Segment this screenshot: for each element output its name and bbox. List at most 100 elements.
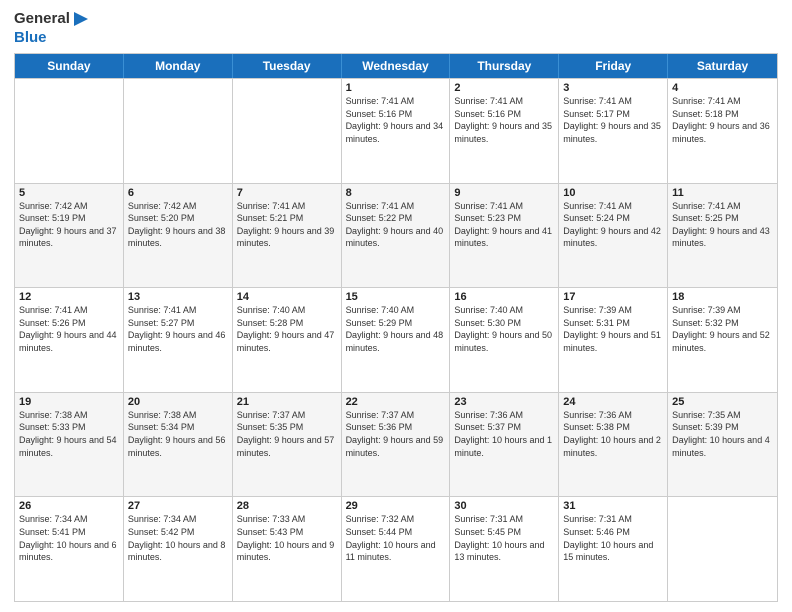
day-number: 17 [563, 291, 663, 303]
day-number: 25 [672, 396, 773, 408]
day-detail: Sunrise: 7:37 AM Sunset: 5:35 PM Dayligh… [237, 409, 337, 459]
day-detail: Sunrise: 7:39 AM Sunset: 5:32 PM Dayligh… [672, 304, 773, 354]
day-number: 15 [346, 291, 446, 303]
day-cell-15: 15Sunrise: 7:40 AM Sunset: 5:29 PM Dayli… [342, 288, 451, 392]
logo-general-text: General [14, 10, 70, 27]
day-number: 23 [454, 396, 554, 408]
day-number: 22 [346, 396, 446, 408]
logo: General Blue [14, 10, 90, 47]
day-detail: Sunrise: 7:37 AM Sunset: 5:36 PM Dayligh… [346, 409, 446, 459]
day-number: 3 [563, 82, 663, 94]
day-detail: Sunrise: 7:40 AM Sunset: 5:30 PM Dayligh… [454, 304, 554, 354]
day-number: 14 [237, 291, 337, 303]
empty-cell [15, 79, 124, 183]
header-day-sunday: Sunday [15, 54, 124, 78]
day-detail: Sunrise: 7:41 AM Sunset: 5:26 PM Dayligh… [19, 304, 119, 354]
calendar: SundayMondayTuesdayWednesdayThursdayFrid… [14, 53, 778, 602]
day-detail: Sunrise: 7:41 AM Sunset: 5:22 PM Dayligh… [346, 200, 446, 250]
day-cell-2: 2Sunrise: 7:41 AM Sunset: 5:16 PM Daylig… [450, 79, 559, 183]
day-detail: Sunrise: 7:41 AM Sunset: 5:25 PM Dayligh… [672, 200, 773, 250]
day-detail: Sunrise: 7:41 AM Sunset: 5:18 PM Dayligh… [672, 95, 773, 145]
day-cell-31: 31Sunrise: 7:31 AM Sunset: 5:46 PM Dayli… [559, 497, 668, 601]
day-cell-10: 10Sunrise: 7:41 AM Sunset: 5:24 PM Dayli… [559, 184, 668, 288]
week-row-3: 19Sunrise: 7:38 AM Sunset: 5:33 PM Dayli… [15, 392, 777, 497]
day-cell-12: 12Sunrise: 7:41 AM Sunset: 5:26 PM Dayli… [15, 288, 124, 392]
day-number: 1 [346, 82, 446, 94]
day-detail: Sunrise: 7:41 AM Sunset: 5:16 PM Dayligh… [454, 95, 554, 145]
day-detail: Sunrise: 7:42 AM Sunset: 5:20 PM Dayligh… [128, 200, 228, 250]
week-row-0: 1Sunrise: 7:41 AM Sunset: 5:16 PM Daylig… [15, 78, 777, 183]
day-number: 2 [454, 82, 554, 94]
day-cell-29: 29Sunrise: 7:32 AM Sunset: 5:44 PM Dayli… [342, 497, 451, 601]
week-row-1: 5Sunrise: 7:42 AM Sunset: 5:19 PM Daylig… [15, 183, 777, 288]
day-cell-24: 24Sunrise: 7:36 AM Sunset: 5:38 PM Dayli… [559, 393, 668, 497]
day-cell-9: 9Sunrise: 7:41 AM Sunset: 5:23 PM Daylig… [450, 184, 559, 288]
calendar-header: SundayMondayTuesdayWednesdayThursdayFrid… [15, 54, 777, 78]
header-day-wednesday: Wednesday [342, 54, 451, 78]
day-number: 19 [19, 396, 119, 408]
day-cell-7: 7Sunrise: 7:41 AM Sunset: 5:21 PM Daylig… [233, 184, 342, 288]
empty-cell [124, 79, 233, 183]
page: General Blue SundayMondayTuesdayWednesda… [0, 0, 792, 612]
day-cell-16: 16Sunrise: 7:40 AM Sunset: 5:30 PM Dayli… [450, 288, 559, 392]
day-cell-8: 8Sunrise: 7:41 AM Sunset: 5:22 PM Daylig… [342, 184, 451, 288]
empty-cell [668, 497, 777, 601]
day-number: 7 [237, 187, 337, 199]
day-detail: Sunrise: 7:32 AM Sunset: 5:44 PM Dayligh… [346, 513, 446, 563]
day-detail: Sunrise: 7:39 AM Sunset: 5:31 PM Dayligh… [563, 304, 663, 354]
day-cell-5: 5Sunrise: 7:42 AM Sunset: 5:19 PM Daylig… [15, 184, 124, 288]
day-detail: Sunrise: 7:41 AM Sunset: 5:23 PM Dayligh… [454, 200, 554, 250]
day-cell-6: 6Sunrise: 7:42 AM Sunset: 5:20 PM Daylig… [124, 184, 233, 288]
day-cell-21: 21Sunrise: 7:37 AM Sunset: 5:35 PM Dayli… [233, 393, 342, 497]
logo-blue-text: Blue [14, 29, 47, 46]
header: General Blue [14, 10, 778, 47]
day-number: 5 [19, 187, 119, 199]
day-cell-27: 27Sunrise: 7:34 AM Sunset: 5:42 PM Dayli… [124, 497, 233, 601]
day-number: 30 [454, 500, 554, 512]
day-cell-13: 13Sunrise: 7:41 AM Sunset: 5:27 PM Dayli… [124, 288, 233, 392]
day-detail: Sunrise: 7:31 AM Sunset: 5:45 PM Dayligh… [454, 513, 554, 563]
day-detail: Sunrise: 7:38 AM Sunset: 5:34 PM Dayligh… [128, 409, 228, 459]
day-cell-25: 25Sunrise: 7:35 AM Sunset: 5:39 PM Dayli… [668, 393, 777, 497]
header-day-tuesday: Tuesday [233, 54, 342, 78]
day-number: 24 [563, 396, 663, 408]
day-detail: Sunrise: 7:40 AM Sunset: 5:28 PM Dayligh… [237, 304, 337, 354]
day-number: 29 [346, 500, 446, 512]
day-detail: Sunrise: 7:41 AM Sunset: 5:21 PM Dayligh… [237, 200, 337, 250]
day-number: 10 [563, 187, 663, 199]
day-cell-20: 20Sunrise: 7:38 AM Sunset: 5:34 PM Dayli… [124, 393, 233, 497]
day-detail: Sunrise: 7:40 AM Sunset: 5:29 PM Dayligh… [346, 304, 446, 354]
day-detail: Sunrise: 7:34 AM Sunset: 5:42 PM Dayligh… [128, 513, 228, 563]
day-number: 8 [346, 187, 446, 199]
header-day-monday: Monday [124, 54, 233, 78]
day-cell-26: 26Sunrise: 7:34 AM Sunset: 5:41 PM Dayli… [15, 497, 124, 601]
day-number: 31 [563, 500, 663, 512]
day-detail: Sunrise: 7:41 AM Sunset: 5:24 PM Dayligh… [563, 200, 663, 250]
day-detail: Sunrise: 7:41 AM Sunset: 5:16 PM Dayligh… [346, 95, 446, 145]
day-detail: Sunrise: 7:41 AM Sunset: 5:27 PM Dayligh… [128, 304, 228, 354]
day-number: 21 [237, 396, 337, 408]
day-number: 4 [672, 82, 773, 94]
day-number: 9 [454, 187, 554, 199]
day-cell-23: 23Sunrise: 7:36 AM Sunset: 5:37 PM Dayli… [450, 393, 559, 497]
calendar-body: 1Sunrise: 7:41 AM Sunset: 5:16 PM Daylig… [15, 78, 777, 601]
day-detail: Sunrise: 7:34 AM Sunset: 5:41 PM Dayligh… [19, 513, 119, 563]
day-number: 13 [128, 291, 228, 303]
day-detail: Sunrise: 7:35 AM Sunset: 5:39 PM Dayligh… [672, 409, 773, 459]
day-cell-28: 28Sunrise: 7:33 AM Sunset: 5:43 PM Dayli… [233, 497, 342, 601]
day-detail: Sunrise: 7:38 AM Sunset: 5:33 PM Dayligh… [19, 409, 119, 459]
day-number: 18 [672, 291, 773, 303]
day-cell-14: 14Sunrise: 7:40 AM Sunset: 5:28 PM Dayli… [233, 288, 342, 392]
day-cell-1: 1Sunrise: 7:41 AM Sunset: 5:16 PM Daylig… [342, 79, 451, 183]
day-detail: Sunrise: 7:36 AM Sunset: 5:37 PM Dayligh… [454, 409, 554, 459]
day-number: 26 [19, 500, 119, 512]
day-detail: Sunrise: 7:36 AM Sunset: 5:38 PM Dayligh… [563, 409, 663, 459]
day-cell-4: 4Sunrise: 7:41 AM Sunset: 5:18 PM Daylig… [668, 79, 777, 183]
day-cell-19: 19Sunrise: 7:38 AM Sunset: 5:33 PM Dayli… [15, 393, 124, 497]
day-number: 20 [128, 396, 228, 408]
day-number: 16 [454, 291, 554, 303]
header-day-thursday: Thursday [450, 54, 559, 78]
day-cell-18: 18Sunrise: 7:39 AM Sunset: 5:32 PM Dayli… [668, 288, 777, 392]
header-day-saturday: Saturday [668, 54, 777, 78]
day-cell-22: 22Sunrise: 7:37 AM Sunset: 5:36 PM Dayli… [342, 393, 451, 497]
